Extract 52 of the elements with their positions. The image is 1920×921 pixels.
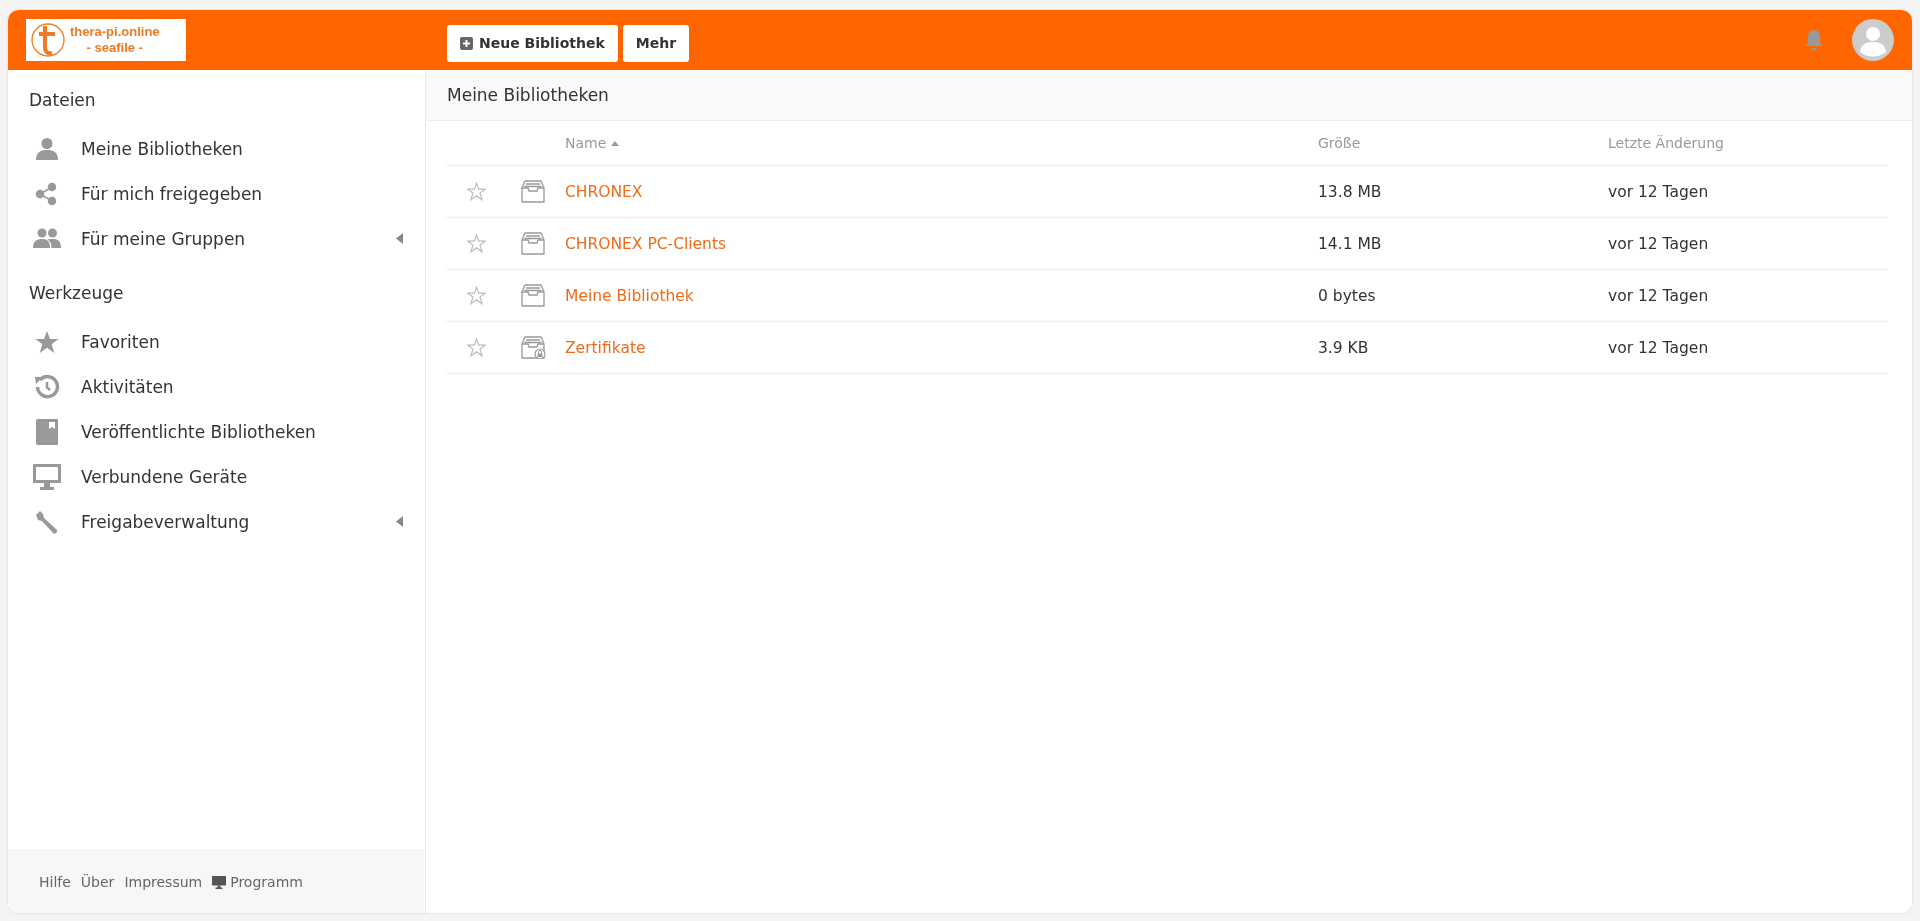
modified-cell-text: vor 12 Tagen	[1608, 286, 1710, 305]
monitor-icon	[212, 875, 227, 889]
group-icon	[33, 226, 61, 251]
nav-item[interactable]: Veröffentlichte Bibliotheken	[8, 409, 425, 454]
column-header[interactable]: Größe	[1318, 135, 1608, 151]
wrench-icon	[34, 508, 60, 535]
logo-icon	[30, 22, 66, 58]
section-heading: Werkzeuge	[28, 282, 125, 305]
avatar-icon[interactable]	[1852, 19, 1894, 61]
star-icon[interactable]	[467, 338, 486, 357]
star-icon	[35, 329, 59, 354]
nav-item[interactable]: Für mich freigegeben	[8, 171, 425, 216]
size-cell-text: 0 bytes	[1318, 286, 1377, 305]
section-heading: Dateien	[28, 89, 97, 112]
size-cell-text: 14.1 MB	[1318, 234, 1383, 253]
share-icon	[35, 181, 59, 206]
size-cell-text: 13.8 MB	[1318, 182, 1383, 201]
star-icon[interactable]	[467, 234, 486, 253]
book-icon	[36, 418, 58, 445]
column-header[interactable]: Letzte Änderung	[1608, 135, 1888, 151]
nav-item[interactable]: Favoriten	[8, 319, 425, 364]
logo[interactable]: thera-pi.online - seafile -	[26, 19, 186, 61]
size-cell-text: 3.9 KB	[1318, 338, 1370, 357]
person-icon	[35, 136, 59, 161]
plus-icon	[460, 36, 473, 50]
logo-subtitle: - seafile -	[86, 40, 143, 56]
column-header[interactable]: Name	[565, 135, 1318, 151]
modified-cell-text: vor 12 Tagen	[1608, 234, 1710, 253]
nav-item[interactable]: Aktivitäten	[8, 364, 425, 409]
page-title: Meine Bibliotheken	[447, 85, 609, 105]
nav-item[interactable]: Für meine Gruppen	[8, 216, 425, 261]
footer-link[interactable]: Hilfe	[39, 874, 71, 890]
history-icon	[34, 373, 60, 400]
star-icon[interactable]	[467, 182, 486, 201]
logo-text: thera-pi.online	[70, 24, 160, 40]
nav-item[interactable]: Freigabeverwaltung	[8, 499, 425, 544]
library-name-link[interactable]: Meine Bibliothek	[565, 286, 1318, 305]
library-name-link[interactable]: CHRONEX PC-Clients	[565, 234, 1318, 253]
nav-item[interactable]: Verbundene Geräte	[8, 454, 425, 499]
footer-link[interactable]: Über	[80, 874, 115, 890]
modified-cell-text: vor 12 Tagen	[1608, 338, 1710, 357]
monitor-icon	[33, 463, 61, 490]
bell-icon[interactable]	[1804, 29, 1824, 51]
footer-link[interactable]: Impressum	[124, 874, 203, 890]
more-button[interactable]: Mehr	[622, 24, 690, 62]
nav-item[interactable]: Meine Bibliotheken	[8, 126, 425, 171]
modified-cell-text: vor 12 Tagen	[1608, 182, 1710, 201]
footer-link[interactable]: Programm	[212, 874, 303, 890]
star-icon[interactable]	[467, 286, 486, 305]
library-name-link[interactable]: Zertifikate	[565, 338, 1318, 357]
new-library-button[interactable]: Neue Bibliothek	[447, 24, 618, 62]
library-name-link[interactable]: CHRONEX	[565, 182, 1318, 201]
